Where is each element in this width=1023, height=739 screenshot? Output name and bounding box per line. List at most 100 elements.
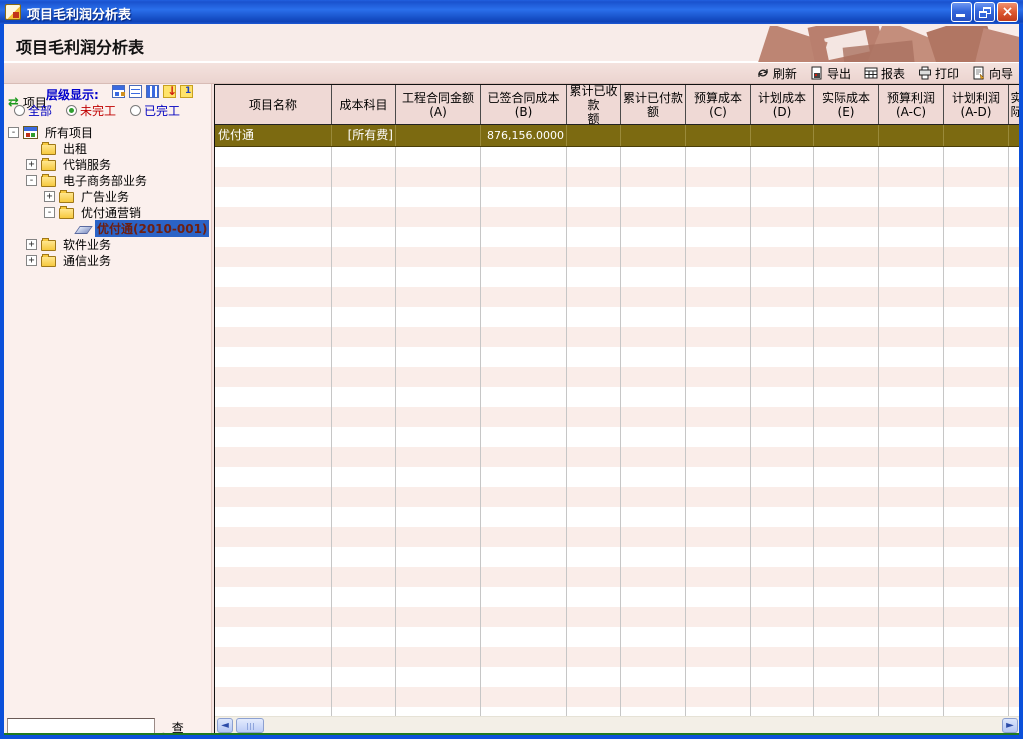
tree-item[interactable]: +广告业务 bbox=[4, 188, 212, 204]
radio-全部[interactable]: 全部 bbox=[14, 102, 52, 119]
table-cell bbox=[751, 167, 814, 187]
horizontal-scrollbar[interactable]: ◄ ► bbox=[215, 716, 1019, 733]
table-row[interactable] bbox=[215, 487, 1019, 507]
table-row[interactable] bbox=[215, 627, 1019, 647]
column-header[interactable]: 项目名称 bbox=[215, 85, 332, 124]
column-header[interactable]: 累计已付款额 bbox=[621, 85, 686, 124]
table-cell bbox=[396, 627, 481, 647]
export-button[interactable]: 导出 bbox=[810, 65, 851, 82]
tree-item[interactable]: +代销服务 bbox=[4, 156, 212, 172]
table-row[interactable] bbox=[215, 667, 1019, 687]
column-header[interactable]: 工程合同金额(A) bbox=[396, 85, 481, 124]
report-button[interactable]: 报表 bbox=[864, 65, 905, 82]
table-cell bbox=[879, 467, 944, 487]
tree-item[interactable]: -所有项目 bbox=[4, 124, 212, 140]
tree-item[interactable]: +通信业务 bbox=[4, 252, 212, 268]
minus-expand-icon[interactable]: - bbox=[44, 207, 55, 218]
table-row[interactable] bbox=[215, 327, 1019, 347]
radio-icon[interactable] bbox=[130, 105, 141, 116]
search-input[interactable] bbox=[7, 718, 155, 733]
scroll-right-button[interactable]: ► bbox=[1002, 718, 1018, 733]
table-row[interactable] bbox=[215, 447, 1019, 467]
report-label: 报表 bbox=[881, 65, 905, 82]
table-row[interactable] bbox=[215, 707, 1019, 716]
table-row[interactable] bbox=[215, 567, 1019, 587]
tree-item[interactable]: 出租 bbox=[4, 140, 212, 156]
column-header[interactable]: 计划利润(A-D) bbox=[944, 85, 1009, 124]
table-row[interactable] bbox=[215, 247, 1019, 267]
wizard-button[interactable]: 向导 bbox=[972, 65, 1013, 82]
table-cell bbox=[944, 427, 1009, 447]
grid-view-icon[interactable] bbox=[146, 85, 159, 98]
table-row[interactable] bbox=[215, 147, 1019, 167]
table-row[interactable] bbox=[215, 687, 1019, 707]
table-row[interactable] bbox=[215, 607, 1019, 627]
table-row[interactable]: 优付通[所有费]876,156.0000 bbox=[215, 125, 1019, 147]
print-button[interactable]: 打印 bbox=[918, 65, 959, 82]
table-row[interactable] bbox=[215, 267, 1019, 287]
table-row[interactable] bbox=[215, 307, 1019, 327]
table-row[interactable] bbox=[215, 387, 1019, 407]
radio-icon[interactable] bbox=[14, 105, 25, 116]
radio-已完工[interactable]: 已完工 bbox=[130, 102, 180, 119]
table-row[interactable] bbox=[215, 587, 1019, 607]
table-cell bbox=[396, 607, 481, 627]
tree-item[interactable]: -电子商务部业务 bbox=[4, 172, 212, 188]
window-view-icon[interactable] bbox=[112, 85, 125, 98]
table-row[interactable] bbox=[215, 207, 1019, 227]
table-cell bbox=[751, 407, 814, 427]
table-row[interactable] bbox=[215, 367, 1019, 387]
tree-item[interactable]: -优付通营销 bbox=[4, 204, 212, 220]
column-header[interactable]: 实际 bbox=[1009, 85, 1019, 124]
table-row[interactable] bbox=[215, 407, 1019, 427]
table-cell bbox=[751, 527, 814, 547]
column-header[interactable]: 预算成本(C) bbox=[686, 85, 751, 124]
table-cell bbox=[944, 607, 1009, 627]
table-cell bbox=[621, 207, 686, 227]
sort-number-icon[interactable] bbox=[180, 85, 193, 98]
column-header[interactable]: 成本科目 bbox=[332, 85, 396, 124]
table-row[interactable] bbox=[215, 507, 1019, 527]
scroll-left-button[interactable]: ◄ bbox=[217, 718, 233, 733]
table-row[interactable] bbox=[215, 467, 1019, 487]
refresh-button[interactable]: 刷新 bbox=[756, 65, 797, 82]
minus-expand-icon[interactable]: - bbox=[26, 175, 37, 186]
tree-item[interactable]: 优付通(2010-001) bbox=[4, 220, 212, 236]
table-row[interactable] bbox=[215, 347, 1019, 367]
table-row[interactable] bbox=[215, 167, 1019, 187]
plus-expand-icon[interactable]: + bbox=[26, 239, 37, 250]
table-cell bbox=[879, 607, 944, 627]
radio-icon[interactable] bbox=[66, 105, 77, 116]
restore-button[interactable] bbox=[974, 2, 995, 22]
column-header[interactable]: 实际成本(E) bbox=[814, 85, 879, 124]
table-cell bbox=[751, 187, 814, 207]
list-view-icon[interactable] bbox=[129, 85, 142, 98]
table-cell bbox=[567, 647, 621, 667]
table-row[interactable] bbox=[215, 427, 1019, 447]
table-cell bbox=[686, 527, 751, 547]
column-header[interactable]: 计划成本(D) bbox=[751, 85, 814, 124]
table-row[interactable] bbox=[215, 527, 1019, 547]
tree-item[interactable]: +软件业务 bbox=[4, 236, 212, 252]
table-row[interactable] bbox=[215, 227, 1019, 247]
radio-未完工[interactable]: 未完工 bbox=[66, 102, 116, 119]
plus-expand-icon[interactable]: + bbox=[26, 159, 37, 170]
table-cell bbox=[751, 147, 814, 167]
find-button[interactable]: 查找 bbox=[160, 719, 188, 733]
minimize-button[interactable] bbox=[951, 2, 972, 22]
column-header[interactable]: 累计已收款额 bbox=[567, 85, 621, 124]
table-cell bbox=[1009, 547, 1019, 567]
table-cell bbox=[396, 447, 481, 467]
close-button[interactable]: × bbox=[997, 2, 1018, 22]
table-row[interactable] bbox=[215, 647, 1019, 667]
scrollbar-thumb[interactable] bbox=[236, 718, 264, 733]
table-row[interactable] bbox=[215, 287, 1019, 307]
table-row[interactable] bbox=[215, 187, 1019, 207]
sort-desc-icon[interactable] bbox=[163, 85, 176, 98]
plus-expand-icon[interactable]: + bbox=[44, 191, 55, 202]
minus-expand-icon[interactable]: - bbox=[8, 127, 19, 138]
table-row[interactable] bbox=[215, 547, 1019, 567]
column-header[interactable]: 预算利润(A-C) bbox=[879, 85, 944, 124]
column-header[interactable]: 已签合同成本(B) bbox=[481, 85, 567, 124]
plus-expand-icon[interactable]: + bbox=[26, 255, 37, 266]
